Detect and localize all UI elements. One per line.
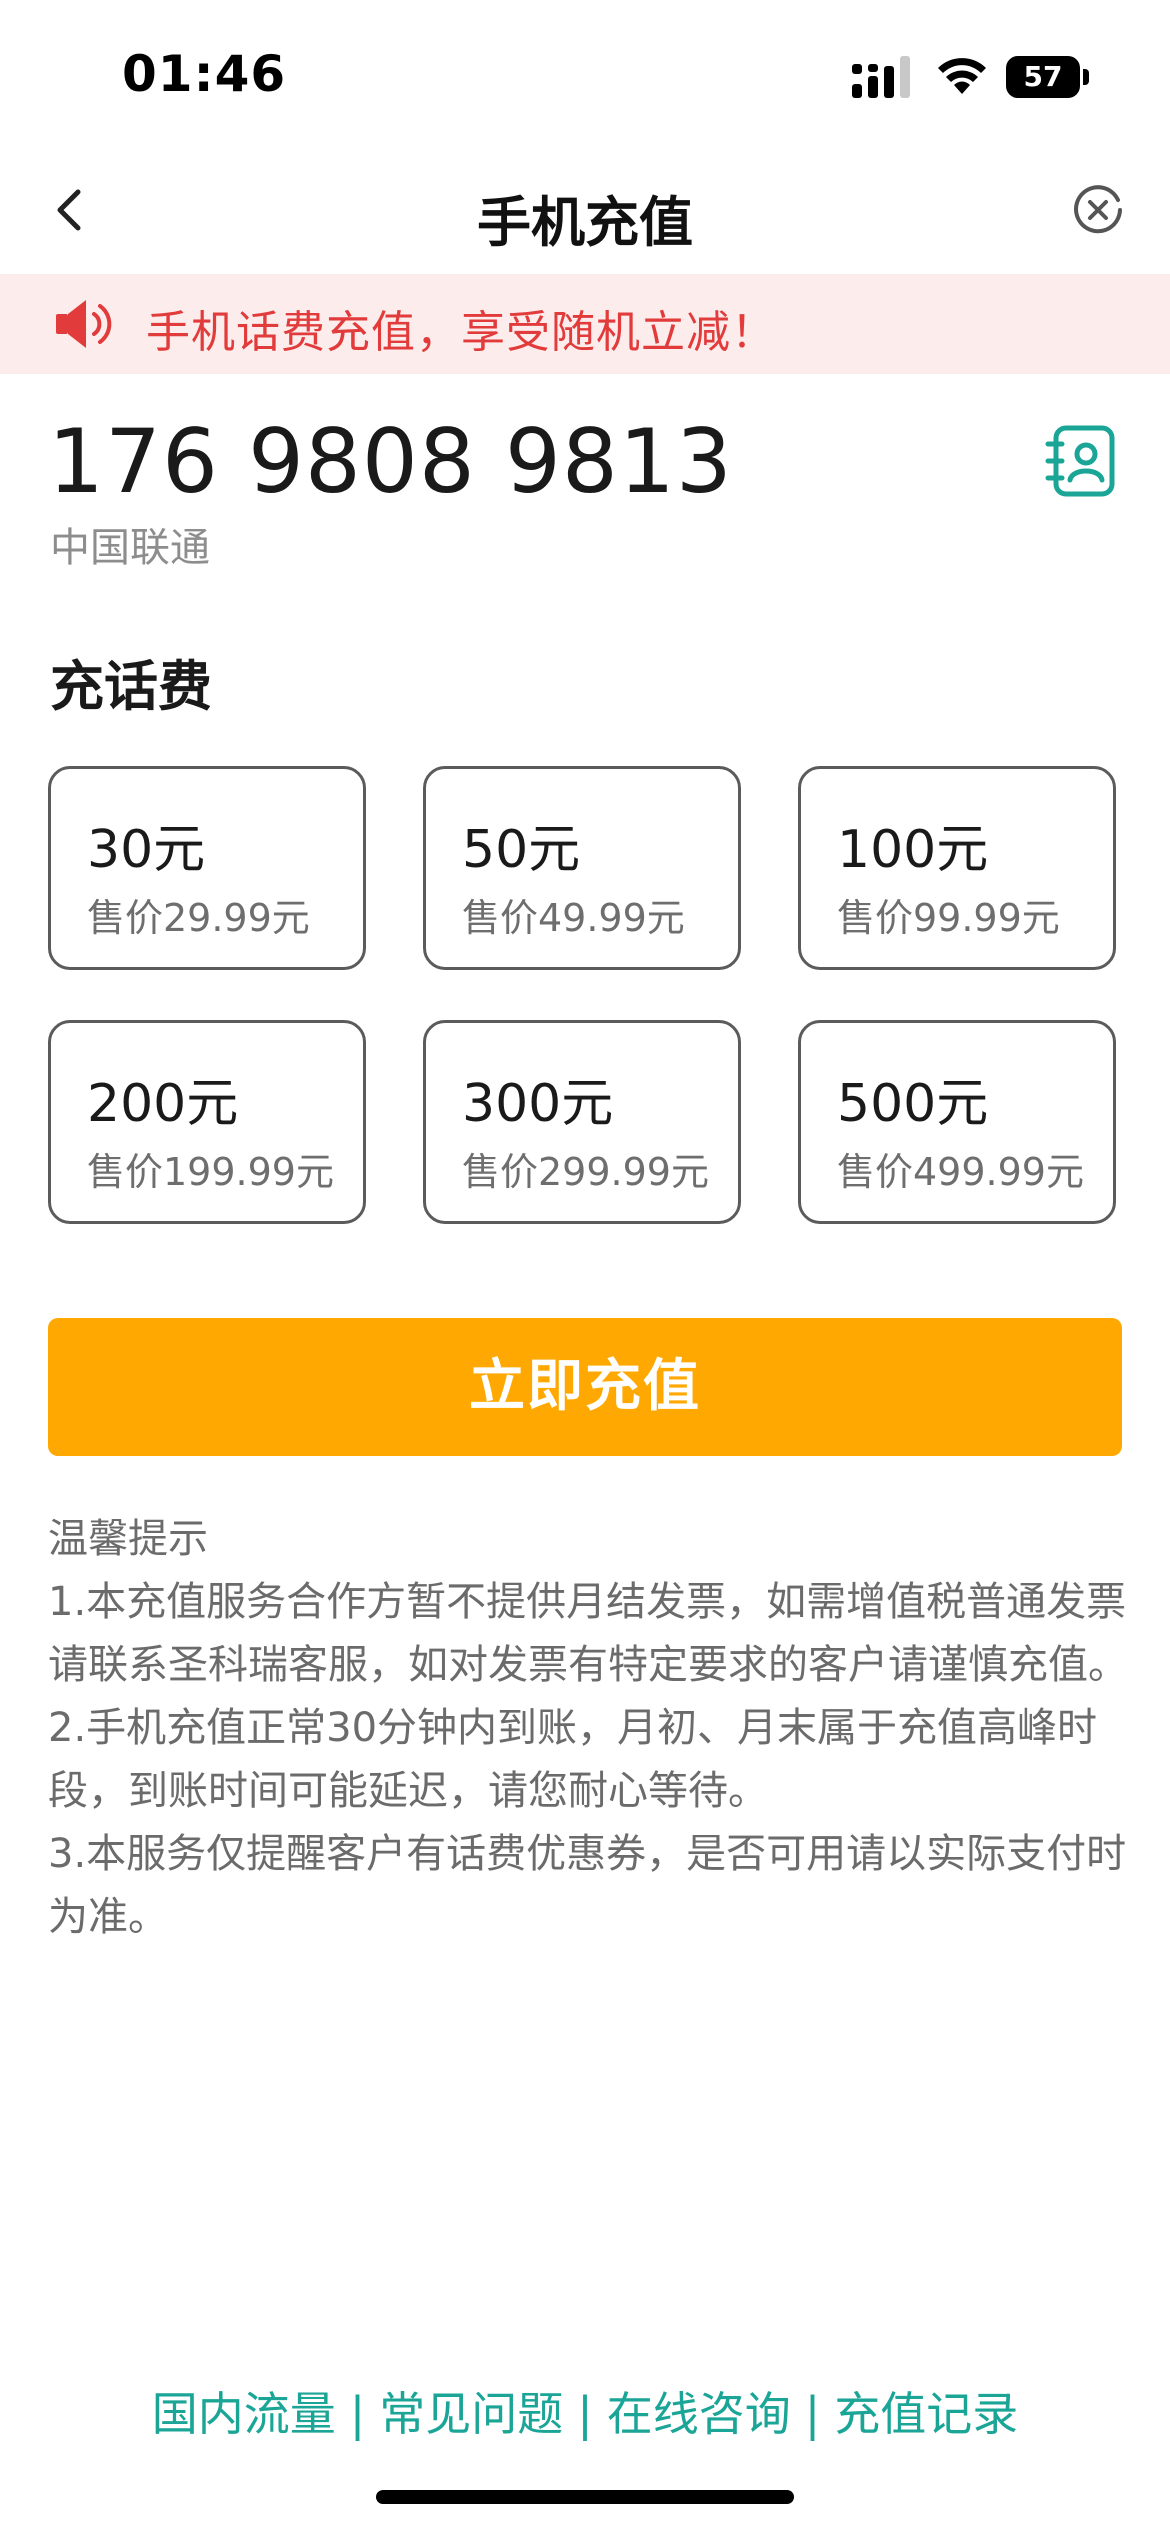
amount-face-value: 300元 (462, 1074, 614, 1134)
amount-face-value: 100元 (837, 820, 989, 880)
wifi-icon (938, 58, 986, 94)
amount-sale-price: 售价199.99元 (87, 1150, 334, 1194)
carrier-name: 中国联通 (50, 525, 210, 571)
amount-option[interactable]: 500元 售价499.99元 (798, 1020, 1116, 1224)
amount-option[interactable]: 300元 售价299.99元 (423, 1020, 741, 1224)
footer-separator: | (577, 2387, 593, 2441)
promo-banner: 手机话费充值，享受随机立减！ (0, 274, 1170, 374)
footer-link-online-consult[interactable]: 在线咨询 (607, 2378, 791, 2444)
amount-sale-price: 售价29.99元 (87, 896, 310, 940)
page-title: 手机充值 (477, 191, 693, 254)
phone-number[interactable]: 176 9808 9813 (48, 410, 733, 513)
amount-face-value: 30元 (87, 820, 206, 880)
amount-face-value: 200元 (87, 1074, 239, 1134)
cellular-signal-icon (852, 56, 910, 98)
footer-separator: | (804, 2387, 821, 2441)
amount-sale-price: 售价49.99元 (462, 896, 685, 940)
battery-icon: 57 (1006, 56, 1092, 98)
footer-link-faq[interactable]: 常见问题 (379, 2378, 563, 2444)
recharge-page: 01:46 57 手机充值 手机话费充值，享受随机立减！ 176 9808 98… (0, 0, 1170, 2532)
tips-line: 3.本服务仅提醒客户有话费优惠券，是否可用请以实际支付时为准。 (48, 1831, 1127, 1940)
amount-option[interactable]: 50元 售价49.99元 (423, 766, 741, 970)
amount-sale-price: 售价299.99元 (462, 1150, 709, 1194)
tips-line: 1.本充值服务合作方暂不提供月结发票，如需增值税普通发票请联系圣科瑞客服，如对发… (48, 1579, 1128, 1688)
status-time: 01:46 (122, 45, 287, 103)
footer-link-domestic-data[interactable]: 国内流量 (152, 2378, 336, 2444)
tips-title: 温馨提示 (48, 1516, 208, 1562)
close-circle-icon[interactable] (1066, 178, 1130, 242)
footer-link-recharge-history[interactable]: 充值记录 (834, 2378, 1018, 2444)
amount-option[interactable]: 30元 售价29.99元 (48, 766, 366, 970)
promo-text: 手机话费充值，享受随机立减！ (146, 307, 776, 358)
status-bar: 01:46 57 (0, 0, 1170, 150)
tips-section: 温馨提示 1.本充值服务合作方暂不提供月结发票，如需增值税普通发票请联系圣科瑞客… (48, 1508, 1128, 1949)
footer-separator: | (349, 2387, 366, 2441)
amount-face-value: 500元 (837, 1074, 989, 1134)
amount-sale-price: 售价99.99元 (837, 896, 1060, 940)
amount-option[interactable]: 200元 售价199.99元 (48, 1020, 366, 1224)
nav-bar: 手机充值 (0, 150, 1170, 274)
tips-line: 2.手机充值正常30分钟内到账，月初、月末属于充值高峰时段，到账时间可能延迟，请… (48, 1705, 1098, 1814)
section-title-recharge: 充话费 (50, 655, 212, 718)
footer-links: 国内流量 | 常见问题 | 在线咨询 | 充值记录 (0, 2378, 1170, 2444)
speaker-icon (56, 300, 112, 348)
amount-option[interactable]: 100元 售价99.99元 (798, 766, 1116, 970)
contacts-book-icon[interactable] (1044, 424, 1118, 498)
battery-level: 57 (1006, 56, 1080, 98)
amount-sale-price: 售价499.99元 (837, 1150, 1084, 1194)
home-indicator[interactable] (376, 2490, 794, 2504)
recharge-now-button[interactable]: 立即充值 (48, 1318, 1122, 1456)
amount-face-value: 50元 (462, 820, 581, 880)
